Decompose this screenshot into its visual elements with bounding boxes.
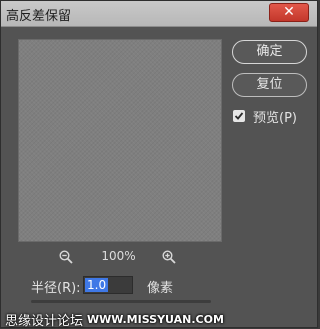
radius-input[interactable]: 1.0	[83, 276, 133, 294]
radius-label: 半径(R):	[31, 281, 81, 296]
radius-unit: 像素	[147, 281, 174, 296]
radius-slider[interactable]	[31, 300, 211, 303]
close-button[interactable]: ✕	[269, 3, 309, 22]
ok-button[interactable]: 确定	[232, 40, 307, 64]
checkmark-icon	[234, 112, 244, 120]
close-icon: ✕	[283, 4, 295, 20]
preview-checkbox[interactable]	[233, 110, 245, 122]
watermark-text: 思缘设计论坛	[5, 314, 84, 329]
watermark: 思缘设计论坛 WWW.MISSYUAN.COM	[1, 306, 319, 329]
dialog-title: 高反差保留	[6, 9, 72, 24]
watermark-url: WWW.MISSYUAN.COM	[87, 313, 224, 326]
preview-checkbox-label[interactable]: 预览(P)	[253, 107, 297, 126]
title-bar[interactable]: 高反差保留 ✕	[1, 1, 317, 27]
high-pass-dialog: 高反差保留 ✕ 确定 复位 预览(P) 100% 半径(R): 1.0 像素 思…	[0, 0, 319, 329]
reset-button[interactable]: 复位	[232, 73, 307, 97]
zoom-in-icon[interactable]	[162, 249, 176, 264]
zoom-level: 100%	[101, 249, 136, 263]
radius-value[interactable]: 1.0	[85, 278, 109, 292]
zoom-out-icon[interactable]	[59, 249, 73, 264]
filter-preview[interactable]	[18, 39, 222, 242]
